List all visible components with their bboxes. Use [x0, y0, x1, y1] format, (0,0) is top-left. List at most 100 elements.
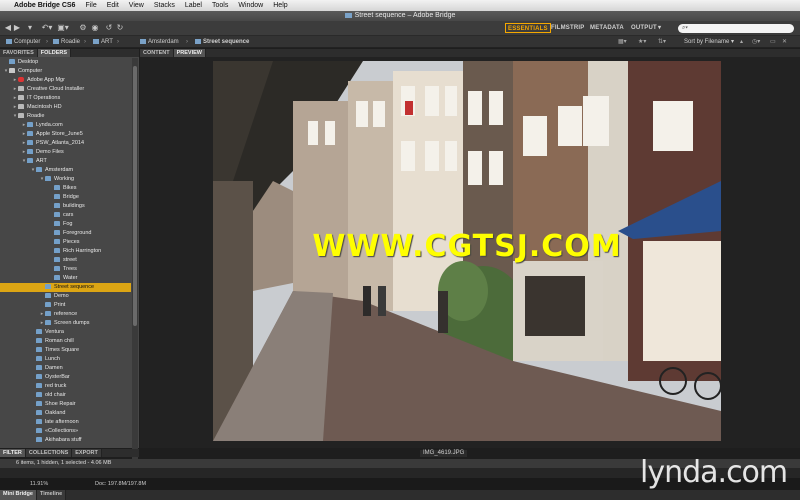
mac-menu-bar: Adobe Bridge CS6 File Edit View Stacks L…	[0, 0, 800, 11]
folder-tree-item[interactable]: Water	[0, 274, 131, 283]
folder-tree-label: cars	[63, 212, 74, 218]
menu-tools[interactable]: Tools	[212, 2, 228, 9]
folder-tree-item[interactable]: Demo	[0, 292, 131, 301]
menu-window[interactable]: Window	[238, 2, 263, 9]
recent-folder-icon[interactable]: ▾	[26, 23, 34, 33]
breadcrumb-street-sequence[interactable]: Street sequence	[195, 38, 249, 46]
back-arrow-icon[interactable]: ◀	[4, 23, 12, 33]
workspace-filmstrip[interactable]: FILMSTRIP	[551, 23, 584, 33]
folder-tree-item[interactable]: Rich Harrington	[0, 247, 131, 256]
folder-tree-item[interactable]: Pieces	[0, 238, 131, 247]
folder-tree-item[interactable]: old chair	[0, 391, 131, 400]
refine-icon[interactable]: ⚙	[78, 23, 88, 33]
sort-dropdown[interactable]: Sort by Filename ▾	[684, 38, 734, 46]
thumbnail-quality-icon[interactable]: ▦▾	[618, 38, 627, 46]
folder-tree-item[interactable]: Damen	[0, 364, 131, 373]
tab-content[interactable]: CONTENT	[140, 49, 174, 57]
folder-tree-item[interactable]: Street sequence	[0, 283, 131, 292]
tab-filter[interactable]: FILTER	[0, 449, 26, 457]
breadcrumb-separator[interactable]: ›	[117, 38, 119, 46]
rotate-left-icon[interactable]: ↺	[104, 23, 114, 33]
preview-image[interactable]: WWW.CGTSJ.COM	[213, 61, 721, 441]
menu-help[interactable]: Help	[273, 2, 287, 9]
folder-tree-item[interactable]: Shoe Repair	[0, 400, 131, 409]
workspace-output[interactable]: OUTPUT	[631, 23, 657, 33]
tab-export[interactable]: EXPORT	[72, 449, 102, 457]
tab-folders[interactable]: FOLDERS	[37, 49, 72, 57]
rating-filter-icon[interactable]: ★▾	[638, 38, 646, 46]
breadcrumb-separator[interactable]: ›	[46, 38, 48, 46]
folder-tree-item[interactable]: Fog	[0, 220, 131, 229]
folder-tree-item[interactable]: Desktop	[0, 58, 131, 67]
folder-tree-item[interactable]: ▸ reference	[0, 310, 131, 319]
app-menu[interactable]: Adobe Bridge CS6	[14, 2, 75, 9]
folder-tree-item[interactable]: Oakland	[0, 409, 131, 418]
menu-view[interactable]: View	[129, 2, 144, 9]
menu-file[interactable]: File	[85, 2, 96, 9]
tab-preview[interactable]: PREVIEW	[173, 49, 206, 57]
breadcrumb-amsterdam[interactable]: Amsterdam	[140, 38, 179, 46]
folder-tree-item[interactable]: ▾ Amsterdam	[0, 166, 131, 175]
folder-tree-item[interactable]: ▸ Apple Store_June5	[0, 130, 131, 139]
folder-tree-item[interactable]: ▾ ART	[0, 157, 131, 166]
go-back-to-photoshop-icon[interactable]: ↶▾	[40, 23, 54, 33]
sort-direction-icon[interactable]: ▴	[740, 38, 743, 46]
menu-edit[interactable]: Edit	[107, 2, 119, 9]
folder-tree-item[interactable]: ▸ PSW_Atlanta_2014	[0, 139, 131, 148]
folder-tree-item[interactable]: Ventura	[0, 328, 131, 337]
folder-icon	[36, 401, 42, 407]
breadcrumb-art[interactable]: ART	[93, 38, 113, 46]
tab-timeline[interactable]: Timeline	[36, 490, 67, 500]
folder-tree-item[interactable]: ▸ Adobe App Mgr	[0, 76, 131, 85]
folder-tree-item[interactable]: ▸ Screen dumps	[0, 319, 131, 328]
sort-icon[interactable]: ⇅▾	[658, 38, 666, 46]
folder-tree-item[interactable]: ▸ IT Operations	[0, 94, 131, 103]
folder-tree-item[interactable]: ▾ Working	[0, 175, 131, 184]
breadcrumb-separator[interactable]: ›	[84, 38, 86, 46]
open-recent-icon[interactable]: ◷▾	[752, 38, 760, 46]
folder-tree-item[interactable]: OysterBar	[0, 373, 131, 382]
folder-tree-item[interactable]: cars	[0, 211, 131, 220]
workspace-metadata[interactable]: METADATA	[590, 23, 624, 33]
scrollbar-thumb[interactable]	[133, 66, 137, 326]
tab-collections[interactable]: COLLECTIONS	[25, 449, 73, 457]
folder-tree-item[interactable]: Akihabara stuff	[0, 436, 131, 445]
open-in-camera-raw-icon[interactable]: ◉	[90, 23, 100, 33]
breadcrumb-computer[interactable]: Computer	[6, 38, 40, 46]
folder-tree-item[interactable]: Trees	[0, 265, 131, 274]
folder-tree-item[interactable]: ▸ Creative Cloud Installer	[0, 85, 131, 94]
tab-favorites[interactable]: FAVORITES	[0, 49, 38, 57]
folder-tree-scrollbar[interactable]	[132, 58, 138, 494]
folder-tree-item[interactable]: ▸ Lynda.com	[0, 121, 131, 130]
new-folder-icon[interactable]: ▭	[770, 38, 776, 46]
search-input[interactable]: ⌕▾	[678, 24, 794, 33]
breadcrumb-separator[interactable]: ›	[186, 38, 188, 46]
get-photos-camera-icon[interactable]: ▣▾	[56, 23, 70, 33]
folder-tree-item[interactable]: buildings	[0, 202, 131, 211]
folder-tree-item[interactable]: Print	[0, 301, 131, 310]
folder-tree-item[interactable]: ▾ Roadie	[0, 112, 131, 121]
zoom-level[interactable]: 11.91%	[30, 481, 48, 487]
delete-icon[interactable]: ✕	[782, 38, 787, 46]
tab-mini-bridge[interactable]: Mini Bridge	[0, 490, 37, 500]
folder-tree-item[interactable]: Bikes	[0, 184, 131, 193]
folder-tree-item[interactable]: «Collections»	[0, 427, 131, 436]
folder-tree-item[interactable]: ▸ Demo Files	[0, 148, 131, 157]
folder-tree-item[interactable]: ▾ Computer	[0, 67, 131, 76]
folder-tree-item[interactable]: late afternoon	[0, 418, 131, 427]
breadcrumb-roadie[interactable]: Roadie	[53, 38, 80, 46]
folder-tree-item[interactable]: Roman chill	[0, 337, 131, 346]
folder-tree-item[interactable]: Bridge	[0, 193, 131, 202]
folder-tree-item[interactable]: red truck	[0, 382, 131, 391]
menu-stacks[interactable]: Stacks	[154, 2, 175, 9]
workspace-menu-chevron-icon[interactable]: ▾	[658, 23, 661, 33]
folder-tree-item[interactable]: Lunch	[0, 355, 131, 364]
rotate-right-icon[interactable]: ↻	[115, 23, 125, 33]
forward-arrow-icon[interactable]: ▶	[13, 23, 21, 33]
folder-tree-item[interactable]: street	[0, 256, 131, 265]
workspace-essentials[interactable]: ESSENTIALS	[505, 23, 551, 33]
folder-tree-item[interactable]: ▸ Macintosh HD	[0, 103, 131, 112]
folder-tree-item[interactable]: Foreground	[0, 229, 131, 238]
folder-tree-item[interactable]: Times Square	[0, 346, 131, 355]
menu-label[interactable]: Label	[185, 2, 202, 9]
